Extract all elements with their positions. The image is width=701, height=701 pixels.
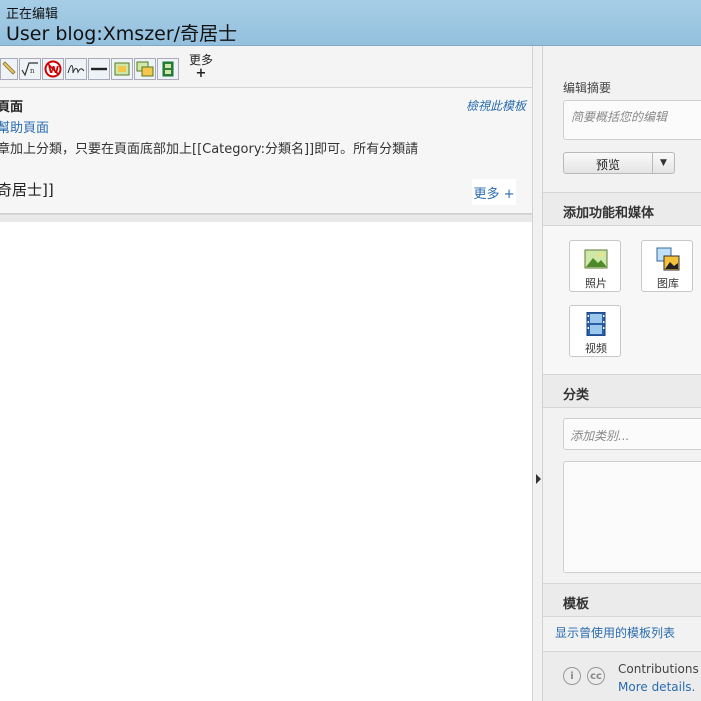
add-photo-button[interactable]: 照片 xyxy=(569,240,621,292)
notice-divider xyxy=(0,214,532,222)
editor-column: n W 更多 + 頁面 幫助 xyxy=(0,46,532,701)
edit-sidebar: 编辑摘要 简要概括您的编辑 预览 ▼ 添加功能和媒体 照片 图库 视频 分类 添… xyxy=(543,46,701,701)
editor-textarea[interactable]: 奇居士]] xyxy=(0,179,54,200)
category-heading: 分类 xyxy=(563,388,590,403)
category-placeholder: 添加类别... xyxy=(570,429,630,443)
summary-label: 编辑摘要 xyxy=(563,81,612,95)
license-details-link[interactable]: More details. xyxy=(618,680,695,694)
math-formula-icon[interactable]: n xyxy=(19,58,41,80)
templates-list-link[interactable]: 显示曾使用的模板列表 xyxy=(555,624,675,641)
pencil-icon[interactable] xyxy=(0,58,18,80)
chevron-down-icon[interactable]: ▼ xyxy=(652,153,674,173)
category-input[interactable]: 添加类别... xyxy=(563,418,701,450)
summary-input[interactable]: 简要概括您的编辑 xyxy=(563,100,701,140)
video-icon xyxy=(584,311,608,337)
insert-video-icon[interactable] xyxy=(157,58,179,80)
category-list xyxy=(563,461,701,573)
preview-label: 预览 xyxy=(595,158,620,172)
svg-text:n: n xyxy=(30,67,35,75)
gallery-label: 图库 xyxy=(657,277,679,290)
gallery-icon xyxy=(656,247,680,271)
edit-toolbar: n W 更多 + xyxy=(0,46,532,88)
media-heading: 添加功能和媒体 xyxy=(563,206,655,221)
edit-notice: 頁面 幫助頁面 檢視此模板 章加上分類，只要在頁面底部加上[[Category:… xyxy=(0,88,532,222)
media-section-header[interactable]: 添加功能和媒体 xyxy=(543,192,701,226)
collapse-arrow-icon[interactable] xyxy=(536,474,541,484)
plus-icon: + xyxy=(195,66,207,81)
notice-title: 頁面 xyxy=(0,100,24,115)
help-page-link[interactable]: 幫助頁面 xyxy=(0,117,49,136)
page-title: User blog:Xmszer/奇居士 xyxy=(6,23,238,45)
preview-button[interactable]: 预览 ▼ xyxy=(563,152,675,174)
add-gallery-button[interactable]: 图库 xyxy=(641,240,693,292)
license-text: Contributions li xyxy=(618,662,701,676)
signature-icon[interactable] xyxy=(65,58,87,80)
templates-heading: 模板 xyxy=(563,597,590,612)
photo-icon xyxy=(584,247,608,271)
toolbar-more-button[interactable]: 更多 + xyxy=(189,54,213,81)
category-section-header[interactable]: 分类 xyxy=(543,374,701,408)
no-wiki-icon[interactable]: W xyxy=(42,58,64,80)
panel-splitter[interactable] xyxy=(532,46,543,701)
photo-label: 照片 xyxy=(585,277,607,290)
summary-placeholder: 简要概括您的编辑 xyxy=(571,110,668,124)
add-video-button[interactable]: 视频 xyxy=(569,305,621,357)
notice-more-button[interactable]: 更多 + xyxy=(472,179,516,205)
horizontal-line-icon[interactable] xyxy=(88,58,110,80)
media-buttons-area: 照片 图库 视频 xyxy=(543,226,701,376)
editor-header: 正在编辑 User blog:Xmszer/奇居士 xyxy=(0,0,701,46)
insert-image-icon[interactable] xyxy=(111,58,133,80)
insert-gallery-icon[interactable] xyxy=(134,58,156,80)
templates-section-header[interactable]: 模板 xyxy=(543,583,701,617)
video-label: 视频 xyxy=(585,342,607,355)
notice-text: 章加上分類，只要在頁面底部加上[[Category:分類名]]即可。所有分類請 xyxy=(0,142,419,157)
license-area: i cc Contributions li More details. xyxy=(543,651,701,701)
cc-license-icon: cc xyxy=(587,667,605,685)
view-template-link[interactable]: 檢視此模板 xyxy=(466,97,526,114)
cc-attribution-icon: i xyxy=(563,667,581,685)
